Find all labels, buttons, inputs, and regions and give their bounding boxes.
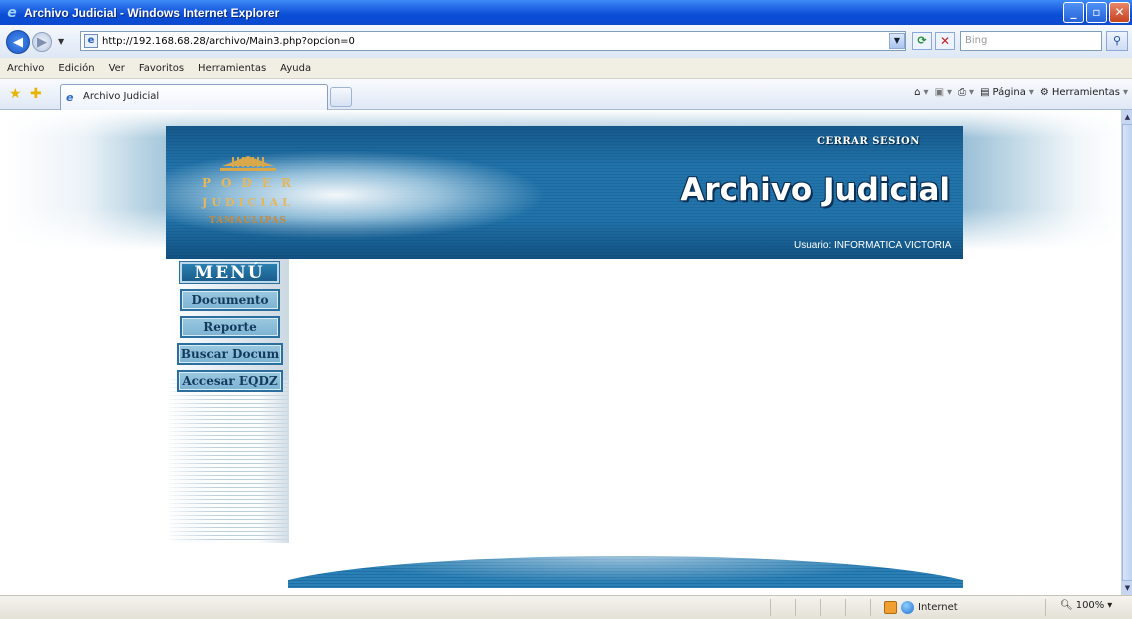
zoom-control[interactable]: 🔍︎ 100% ▾ [1060,600,1112,611]
logo-line-poder: PODER [202,176,302,190]
window-titlebar: e Archivo Judicial - Windows Internet Ex… [0,0,1132,25]
scroll-down-icon[interactable]: ▼ [1122,581,1132,595]
home-icon: ⌂ [914,87,921,98]
menu-button-accesar[interactable]: Accesar EQDZ [177,370,283,392]
refresh-button[interactable]: ⟳ [912,32,932,50]
menu-button-reporte[interactable]: Reporte [180,316,280,338]
forward-button[interactable]: ▶ [32,31,52,52]
gear-icon: ⚙ [1039,87,1049,98]
protected-mode-icon [884,601,897,614]
page-menu-button[interactable]: ▤ Página ▾ [980,87,1034,98]
tab-bar: ★ ✚ e Archivo Judicial ⌂ ▾ ▣ ▾ ⎙ ▾ ▤ Página ▾… [0,79,1132,110]
scroll-up-icon[interactable]: ▲ [1122,110,1132,124]
search-icon[interactable]: ⚲ [1106,31,1128,51]
add-favorites-icon[interactable]: ✚ [30,86,42,102]
menu-herramientas[interactable]: Herramientas [191,63,273,74]
menu-bar: Archivo Edición Ver Favoritos Herramient… [0,58,1132,79]
page-footer-bar [288,556,963,588]
menu-title: MENÚ [179,261,280,284]
feeds-icon: ▣ [934,87,945,98]
menu-archivo[interactable]: Archivo [0,63,51,74]
vertical-scrollbar[interactable]: ▲ ▼ [1121,110,1132,595]
new-tab-button[interactable] [330,87,352,107]
zoom-dropdown-icon: ▾ [1107,600,1113,611]
ie-page-icon: e [66,91,74,104]
menu-ver[interactable]: Ver [102,63,132,74]
current-user: Usuario: INFORMATICA VICTORIA [794,240,952,251]
zone-label: Internet [918,602,958,613]
command-bar: ⌂ ▾ ▣ ▾ ⎙ ▾ ▤ Página ▾ ⚙ Herramientas ▾ [914,87,1128,98]
status-bar: Internet 🔍︎ 100% ▾ [0,595,1132,619]
menu-button-documento[interactable]: Documento [180,289,280,311]
menu-ayuda[interactable]: Ayuda [273,63,318,74]
tools-menu-label: Herramientas [1051,87,1120,98]
window-title: Archivo Judicial - Windows Internet Expl… [24,5,280,20]
close-icon[interactable]: ✕ [1109,2,1130,23]
page-title: Archivo Judicial [680,172,950,208]
logout-link[interactable]: CERRAR SESION [817,136,920,147]
history-dropdown-icon[interactable]: ▼ [58,37,64,46]
ie-logo-icon: e [7,4,17,21]
menu-button-buscar[interactable]: Buscar Docum [177,343,283,365]
page-icon: e [84,34,98,48]
search-placeholder: Bing [965,35,988,46]
security-zone[interactable]: Internet [884,599,958,616]
print-button[interactable]: ⎙ ▾ [958,87,974,98]
search-input[interactable]: Bing [960,31,1102,51]
page-header: PODER JUDICIAL TAMAULIPAS CERRAR SESION … [166,126,963,259]
menu-edicion[interactable]: Edición [51,63,101,74]
logo-line-judicial: JUDICIAL [202,196,294,209]
print-icon: ⎙ [958,87,967,98]
side-menu: MENÚ Documento Reporte Buscar Docum Acce… [169,259,289,543]
scroll-thumb[interactable] [1122,124,1132,581]
poder-judicial-logo: PODER JUDICIAL TAMAULIPAS [202,144,294,240]
logo-line-tamaulipas: TAMAULIPAS [208,216,288,226]
internet-zone-icon [901,601,914,614]
url-text: http://192.168.68.28/archivo/Main3.php?o… [102,35,355,47]
page-menu-icon: ▤ [980,87,990,98]
page-menu-label: Página [992,87,1026,98]
window-controls: _ ▫ ✕ [1063,2,1130,23]
address-input[interactable]: e http://192.168.68.28/archivo/Main3.php… [80,31,906,51]
zoom-icon: 🔍︎ [1060,600,1073,611]
address-toolbar: ◀ ▶ ▼ e http://192.168.68.28/archivo/Mai… [0,25,1132,58]
address-dropdown-icon[interactable]: ▼ [889,33,905,49]
tab-label: Archivo Judicial [83,91,160,102]
maximize-icon[interactable]: ▫ [1086,2,1107,23]
stop-button[interactable]: ✕ [935,32,955,50]
minimize-icon[interactable]: _ [1063,2,1084,23]
page-viewport: PODER JUDICIAL TAMAULIPAS CERRAR SESION … [7,110,1121,595]
favorites-star-icon[interactable]: ★ [9,86,22,102]
zoom-level: 100% [1075,600,1105,611]
tab-archivo-judicial[interactable]: e Archivo Judicial [60,84,328,110]
home-button[interactable]: ⌂ ▾ [914,87,928,98]
tools-menu-button[interactable]: ⚙ Herramientas ▾ [1040,87,1128,98]
feeds-button[interactable]: ▣ ▾ [935,87,952,98]
menu-favoritos[interactable]: Favoritos [132,63,191,74]
back-button[interactable]: ◀ [6,29,30,54]
